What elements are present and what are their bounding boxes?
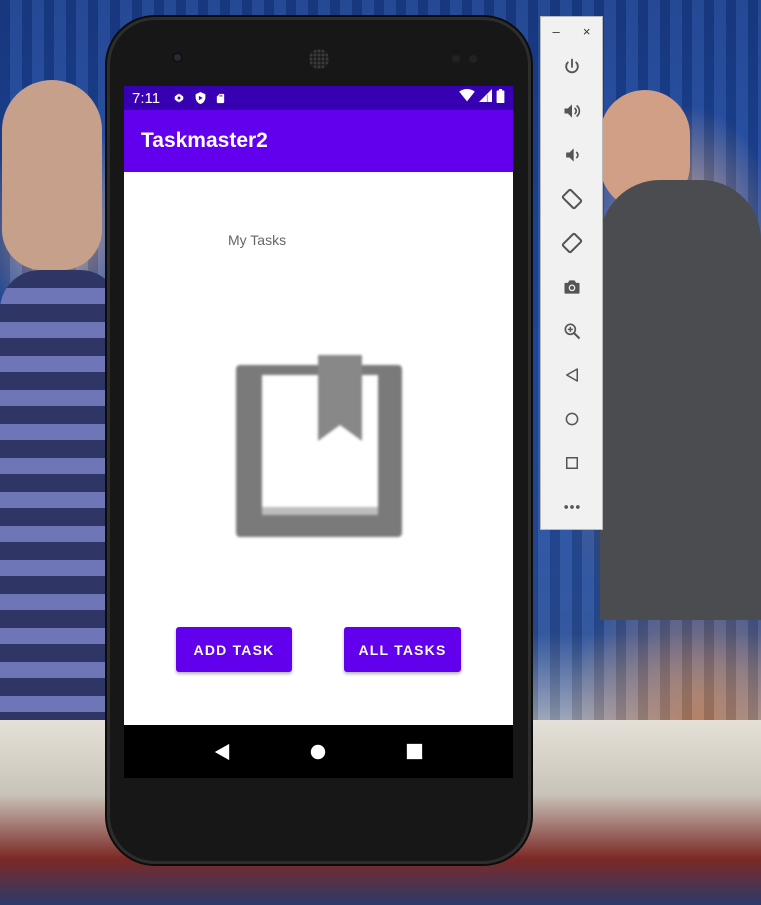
earpiece-speaker [309,49,329,69]
close-button[interactable]: × [583,24,591,39]
emulator-toolbar: – × [540,16,603,530]
rotate-right-icon[interactable] [552,221,592,265]
phone-frame: 7:11 Taskmaster2 My Tasks ADD TASK ALL T… [107,17,531,864]
volume-up-icon[interactable] [552,89,592,133]
battery-icon [496,88,505,108]
page-heading: My Tasks [228,232,287,248]
all-tasks-button[interactable]: ALL TASKS [344,627,461,672]
shield-icon [194,91,207,105]
add-task-button[interactable]: ADD TASK [176,627,292,672]
background-person-right [600,180,761,620]
recents-icon[interactable] [395,732,435,772]
app-title: Taskmaster2 [141,129,268,152]
status-time: 7:11 [132,89,161,107]
volume-down-icon[interactable] [552,133,592,177]
minimize-button[interactable]: – [553,24,560,39]
front-camera [172,52,183,63]
main-content: My Tasks ADD TASK ALL TASKS [124,172,513,725]
proximity-sensor [452,55,460,63]
background-person-left [0,270,120,740]
more-icon[interactable] [552,485,592,529]
wifi-icon [459,89,475,107]
rotate-left-icon[interactable] [552,177,592,221]
bookmark-book-icon [236,355,402,537]
light-sensor [469,55,477,63]
zoom-icon[interactable] [552,309,592,353]
power-icon[interactable] [552,45,592,89]
settings-icon [172,91,186,105]
app-bar: Taskmaster2 [124,110,513,172]
signal-icon [479,89,492,107]
device-screen: 7:11 Taskmaster2 My Tasks ADD TASK ALL T… [124,86,513,778]
camera-icon[interactable] [552,265,592,309]
navigation-bar [124,725,513,778]
home-icon[interactable] [552,397,592,441]
background-person-left-head [2,80,102,270]
back-icon[interactable] [202,732,242,772]
emulator-window-controls: – × [541,17,602,45]
overview-icon[interactable] [552,441,592,485]
home-icon[interactable] [298,732,338,772]
back-icon[interactable] [552,353,592,397]
sd-card-icon [215,92,226,105]
status-bar: 7:11 [124,86,513,110]
